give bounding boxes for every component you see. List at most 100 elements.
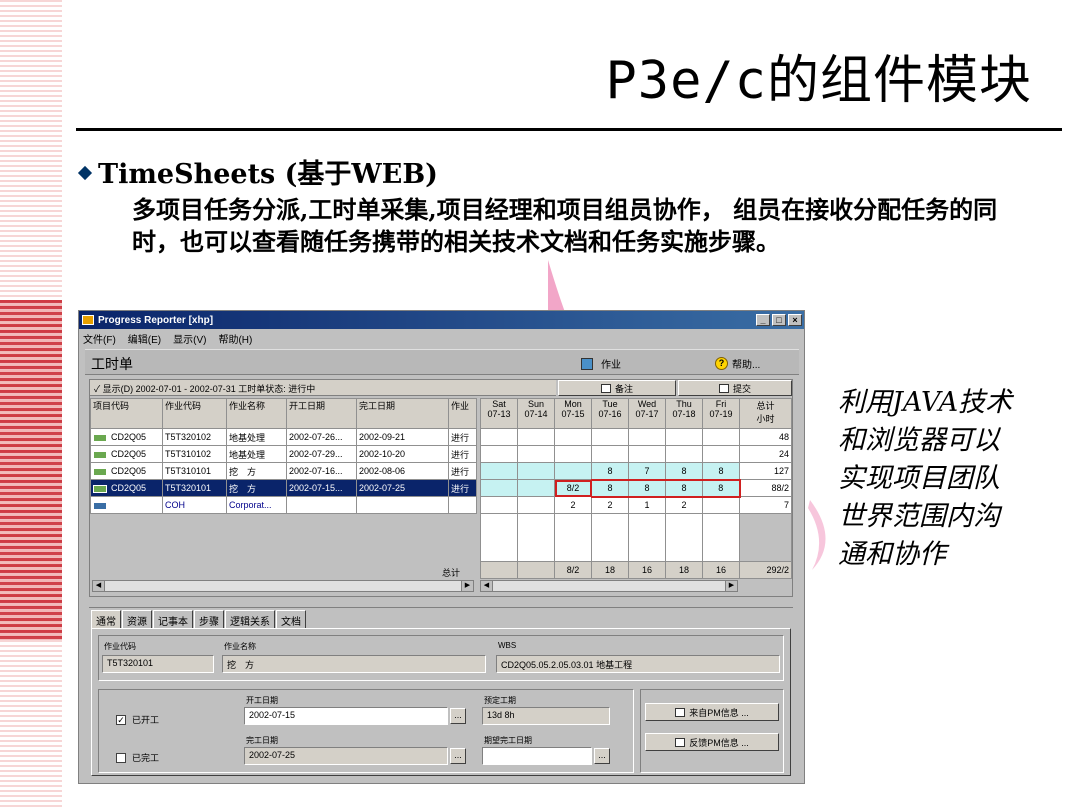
hour-cell[interactable]: 8 bbox=[702, 462, 740, 480]
scroll-left-icon[interactable]: ◀ bbox=[93, 581, 105, 591]
left-horizontal-scrollbar[interactable]: ◀ ▶ bbox=[92, 580, 474, 592]
wbs-field[interactable]: CD2Q05.05.2.05.03.01 地基工程 bbox=[496, 655, 780, 673]
col-day[interactable]: Wed 07-17 bbox=[628, 398, 666, 429]
hour-cell[interactable] bbox=[554, 428, 592, 446]
day-total: 8/2 bbox=[554, 561, 592, 579]
activity-code-field[interactable]: T5T320101 bbox=[102, 655, 214, 673]
hour-cell[interactable] bbox=[517, 428, 555, 446]
project-code: CD2Q05 bbox=[111, 466, 147, 476]
table-row-selected[interactable]: CD2Q05 T5T320101 挖 方 2002-07-15... 2002-… bbox=[90, 479, 477, 497]
col-finish-date[interactable]: 完工日期 bbox=[356, 398, 449, 429]
maximize-button[interactable]: □ bbox=[772, 314, 786, 326]
activity-code: T5T320101 bbox=[162, 479, 227, 497]
period-selector[interactable]: ✓ 显示(D) 2002-07-01 - 2002-07-31 工时单状态: 进… bbox=[90, 380, 556, 396]
hour-cell[interactable] bbox=[665, 445, 703, 463]
to-pm-info-button[interactable]: 反馈PM信息 ... bbox=[645, 733, 779, 751]
start-date: 2002-07-16... bbox=[286, 462, 357, 480]
hour-cell-active[interactable]: 8/2 bbox=[554, 479, 592, 497]
hour-cell[interactable] bbox=[517, 479, 555, 497]
col-activity-code[interactable]: 作业代码 bbox=[162, 398, 227, 429]
wbs-label: WBS bbox=[498, 641, 517, 650]
started-checkbox[interactable]: ✓ 已开工 bbox=[116, 713, 159, 726]
remaining-duration-field[interactable]: 13d 8h bbox=[482, 707, 610, 725]
start-date-picker-button[interactable]: ... bbox=[450, 708, 466, 724]
hour-cell[interactable] bbox=[702, 445, 740, 463]
finish-date-picker-button[interactable]: ... bbox=[450, 748, 466, 764]
hour-cell[interactable]: 8 bbox=[665, 462, 703, 480]
hour-cell[interactable] bbox=[628, 428, 666, 446]
hour-cell[interactable] bbox=[480, 496, 518, 514]
scroll-right-icon[interactable]: ▶ bbox=[725, 581, 737, 591]
scroll-left-icon[interactable]: ◀ bbox=[481, 581, 493, 591]
hour-cell[interactable] bbox=[554, 445, 592, 463]
activity-button[interactable]: 作业 bbox=[581, 356, 621, 371]
hour-cell[interactable]: 1 bbox=[628, 496, 666, 514]
col-start-date[interactable]: 开工日期 bbox=[286, 398, 357, 429]
table-row[interactable]: COH Corporat... bbox=[90, 496, 477, 514]
finish-date: 2002-10-20 bbox=[356, 445, 449, 463]
hour-cell[interactable]: 8 bbox=[665, 478, 703, 498]
table-row[interactable]: CD2Q05 T5T310101 挖 方 2002-07-16... 2002-… bbox=[90, 462, 477, 480]
hour-cell[interactable] bbox=[554, 462, 592, 480]
hour-cell[interactable]: 8 bbox=[628, 478, 666, 498]
close-button[interactable]: × bbox=[788, 314, 802, 326]
menu-view[interactable]: 显示(V) bbox=[173, 331, 206, 346]
col-day[interactable]: Mon 07-15 bbox=[554, 398, 592, 429]
minimize-button[interactable]: _ bbox=[756, 314, 770, 326]
start-date-field[interactable]: 2002-07-15 bbox=[244, 707, 448, 725]
hour-cell[interactable]: 2 bbox=[591, 496, 629, 514]
col-day[interactable]: Fri 07-19 bbox=[702, 398, 740, 429]
hour-cell[interactable]: 8 bbox=[702, 478, 741, 498]
help-button[interactable]: ? 帮助... bbox=[715, 356, 760, 371]
col-day[interactable]: Sat 07-13 bbox=[480, 398, 518, 429]
hour-cell[interactable]: 2 bbox=[554, 496, 592, 514]
menu-edit[interactable]: 编辑(E) bbox=[128, 331, 161, 346]
hour-cell[interactable]: 8 bbox=[591, 462, 629, 480]
col-status[interactable]: 作业 bbox=[448, 398, 477, 429]
col-day[interactable]: Sun 07-14 bbox=[517, 398, 555, 429]
finished-checkbox[interactable]: 已完工 bbox=[116, 751, 159, 764]
timesheet-title: 工时单 bbox=[91, 356, 133, 372]
expected-finish-field[interactable] bbox=[482, 747, 592, 765]
col-day[interactable]: Thu 07-18 bbox=[665, 398, 703, 429]
col-activity-name[interactable]: 作业名称 bbox=[226, 398, 287, 429]
col-day[interactable]: Tue 07-16 bbox=[591, 398, 629, 429]
hour-cell[interactable]: 8 bbox=[591, 478, 629, 498]
activity-icon bbox=[93, 433, 107, 442]
menu-file[interactable]: 文件(F) bbox=[83, 331, 116, 346]
activity-name-field[interactable]: 挖 方 bbox=[222, 655, 486, 673]
hour-cell[interactable] bbox=[480, 428, 518, 446]
hour-cell[interactable] bbox=[591, 445, 629, 463]
finish-date-field[interactable]: 2002-07-25 bbox=[244, 747, 448, 765]
table-row[interactable]: CD2Q05 T5T310102 地基处理 2002-07-29... 2002… bbox=[90, 445, 477, 463]
hour-cell[interactable] bbox=[702, 496, 740, 514]
finish-date: 2002-07-25 bbox=[356, 479, 449, 497]
table-row[interactable]: CD2Q05 T5T320102 地基处理 2002-07-26... 2002… bbox=[90, 428, 477, 446]
hour-cell[interactable]: 7 bbox=[628, 462, 666, 480]
hour-cell[interactable] bbox=[665, 428, 703, 446]
hour-cell[interactable] bbox=[591, 428, 629, 446]
hour-cell[interactable] bbox=[628, 445, 666, 463]
submit-button[interactable]: 提交 bbox=[678, 380, 792, 396]
hour-cell[interactable] bbox=[480, 479, 518, 497]
hour-cell[interactable]: 2 bbox=[665, 496, 703, 514]
hour-cell[interactable] bbox=[517, 496, 555, 514]
notes-button[interactable]: 备注 bbox=[558, 380, 676, 396]
right-horizontal-scrollbar[interactable]: ◀ ▶ bbox=[480, 580, 738, 592]
menubar: 文件(F) 编辑(E) 显示(V) 帮助(H) bbox=[79, 329, 804, 347]
hour-cell[interactable] bbox=[702, 428, 740, 446]
col-project-code[interactable]: 项目代码 bbox=[90, 398, 163, 429]
hour-cell[interactable] bbox=[480, 462, 518, 480]
menu-help[interactable]: 帮助(H) bbox=[218, 331, 252, 346]
from-pm-info-button[interactable]: 来自PM信息 ... bbox=[645, 703, 779, 721]
expected-finish-picker-button[interactable]: ... bbox=[594, 748, 610, 764]
window-title: Progress Reporter [xhp] bbox=[98, 314, 214, 326]
day-total bbox=[480, 561, 518, 579]
hour-cell[interactable] bbox=[480, 445, 518, 463]
col-total-hours[interactable]: 总计 小时 bbox=[739, 398, 792, 429]
scroll-right-icon[interactable]: ▶ bbox=[461, 581, 473, 591]
hours-table: Sat 07-13 Sun 07-14 Mon 07-15 Tue 07-16 Wed 0… bbox=[480, 398, 792, 579]
status: 进行 bbox=[448, 428, 477, 446]
hour-cell[interactable] bbox=[517, 445, 555, 463]
hour-cell[interactable] bbox=[517, 462, 555, 480]
